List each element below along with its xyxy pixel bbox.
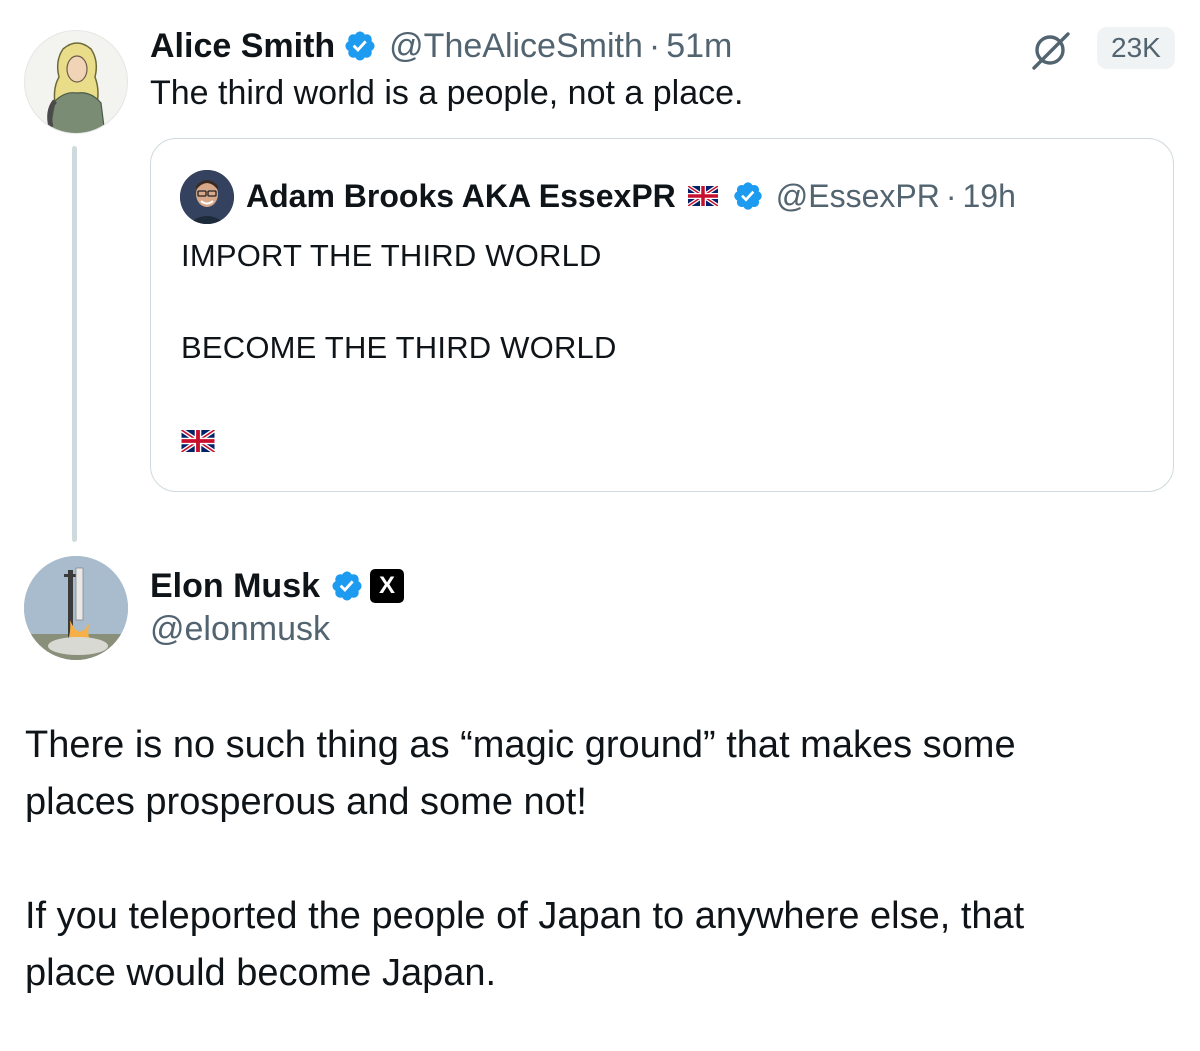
- reply-tweet-text: The third world is a people, not a place…: [150, 74, 744, 112]
- author-handle[interactable]: @elonmusk: [150, 610, 330, 649]
- author-handle[interactable]: @TheAliceSmith: [389, 27, 643, 66]
- timestamp[interactable]: 51m: [666, 27, 732, 66]
- tweet-text-line: places prosperous and some not!: [25, 781, 587, 823]
- verified-badge-icon: [734, 182, 762, 210]
- quoted-text-line-1: IMPORT THE THIRD WORLD: [181, 238, 602, 273]
- alice-smith-avatar[interactable]: [24, 30, 128, 134]
- elon-musk-avatar[interactable]: [24, 556, 128, 660]
- author-name[interactable]: Elon Musk: [150, 567, 320, 606]
- avatar-illustration: [47, 42, 106, 133]
- rocket-launch-photo: [24, 556, 128, 660]
- verified-badge-icon: [345, 31, 375, 61]
- dot-separator: ·: [648, 26, 661, 65]
- grok-icon[interactable]: [1028, 28, 1072, 72]
- quoted-timestamp[interactable]: 19h: [963, 178, 1016, 215]
- verified-badge-icon: [332, 571, 362, 601]
- tweet-text-line: place would become Japan.: [25, 952, 497, 994]
- views-count-badge[interactable]: 23K: [1097, 27, 1175, 69]
- x-badge-label: X: [379, 572, 396, 599]
- uk-flag-icon: [687, 186, 718, 206]
- avatar-photo: [180, 170, 234, 224]
- quoted-author-handle[interactable]: @EssexPR: [776, 178, 940, 215]
- tweet-text-line: If you teleported the people of Japan to…: [25, 895, 1025, 937]
- main-tweet-header: Elon Musk X: [150, 564, 405, 608]
- adam-brooks-avatar[interactable]: [180, 170, 234, 224]
- reply-tweet-header: Alice Smith @TheAliceSmith · 51m: [150, 26, 732, 66]
- author-name[interactable]: Alice Smith: [150, 27, 335, 66]
- uk-flag-icon: [181, 430, 215, 452]
- tweet-text-line: There is no such thing as “magic ground”…: [25, 724, 1016, 766]
- quoted-text-line-2: BECOME THE THIRD WORLD: [181, 330, 617, 365]
- quoted-tweet-header: Adam Brooks AKA EssexPR @EssexPR · 19h: [246, 176, 1016, 216]
- x-affiliate-badge-icon[interactable]: X: [370, 569, 405, 603]
- thread-connector-line: [72, 146, 77, 542]
- quoted-author-name[interactable]: Adam Brooks AKA EssexPR: [246, 178, 676, 215]
- dot-separator: ·: [945, 177, 957, 214]
